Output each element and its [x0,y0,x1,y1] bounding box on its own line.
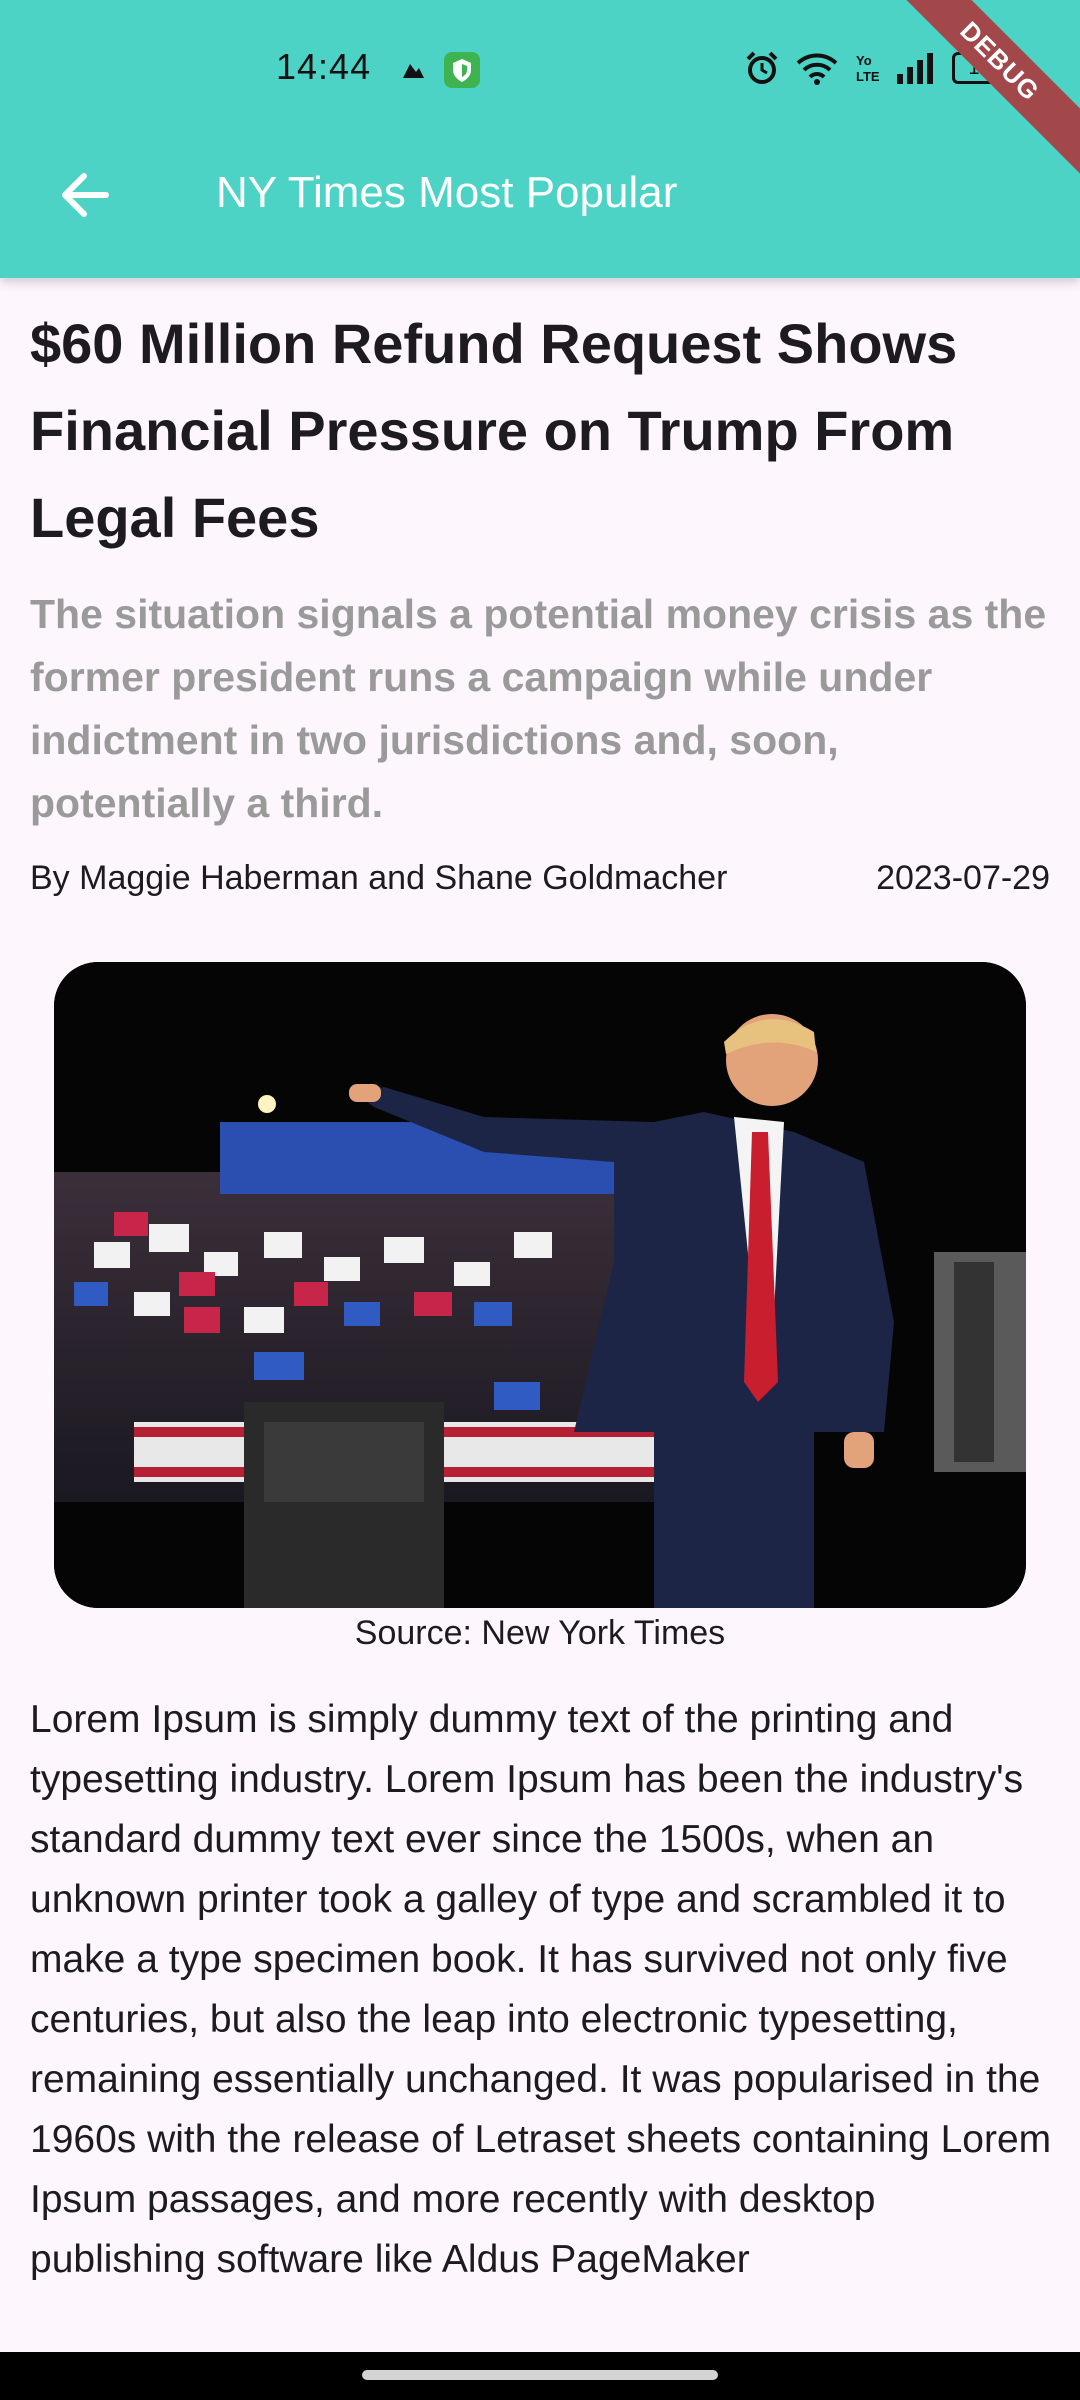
vpn-shield-icon [444,52,480,88]
wifi-icon [796,53,838,85]
signal-icon [897,53,933,84]
svg-text:LTE: LTE [856,69,880,84]
system-navigation-bar [0,2352,1080,2400]
article-body: Lorem Ipsum is simply dummy text of the … [30,1698,1052,2281]
byline-row: By Maggie Haberman and Shane Goldmacher … [30,859,1050,919]
app-bar-title: NY Times Most Popular [216,168,678,217]
notification-icon [403,64,424,78]
back-button[interactable] [56,168,116,222]
article-abstract: The situation signals a potential money … [30,591,1047,826]
status-time: 14:44 [276,46,372,87]
app-bar: 14:44 Yo LTE DEBUG NY Times Most Popular [0,0,1080,278]
debug-banner: DEBUG [877,0,1080,184]
svg-text:Yo: Yo [856,53,872,68]
alarm-icon [746,51,778,84]
article-byline: By Maggie Haberman and Shane Goldmacher [30,859,728,897]
volte-icon: Yo LTE [856,53,880,84]
article-date: 2023-07-29 [876,859,1050,897]
article-header: $60 Million Refund Request Shows Financi… [30,300,1050,919]
image-caption: Source: New York Times [354,1614,726,1652]
article-image [54,962,1026,1608]
home-gesture-handle[interactable] [362,2370,718,2380]
article-title: $60 Million Refund Request Shows Financi… [30,312,958,549]
arrow-back-icon [62,173,109,217]
